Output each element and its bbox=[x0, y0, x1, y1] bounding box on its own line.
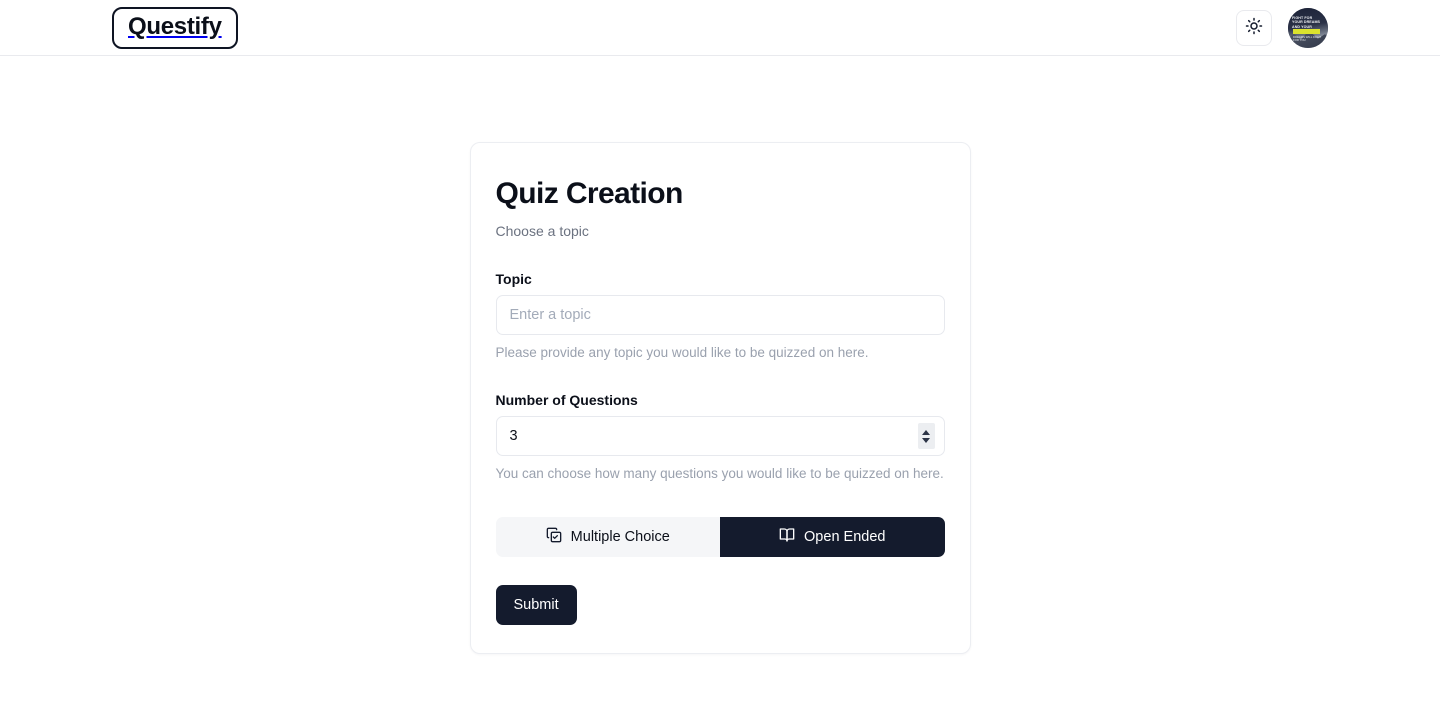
avatar-highlight-band bbox=[1293, 28, 1320, 34]
topic-field-group: Topic Please provide any topic you would… bbox=[495, 270, 945, 362]
submit-button[interactable]: Submit bbox=[495, 584, 577, 625]
topic-input[interactable] bbox=[495, 294, 945, 335]
quiz-mode-toggle-group: Multiple Choice Open Ended bbox=[495, 516, 945, 557]
topic-label: Topic bbox=[495, 270, 532, 287]
book-open-icon bbox=[779, 527, 795, 547]
questions-input-wrapper bbox=[495, 416, 945, 457]
questions-label: Number of Questions bbox=[495, 392, 638, 409]
quantity-stepper[interactable] bbox=[917, 423, 935, 450]
open-ended-button[interactable]: Open Ended bbox=[720, 516, 945, 557]
stepper-down-icon[interactable] bbox=[922, 437, 930, 443]
brand-logo[interactable]: Questify bbox=[112, 6, 238, 49]
multiple-choice-button[interactable]: Multiple Choice bbox=[495, 516, 720, 557]
page-title: Quiz Creation bbox=[495, 177, 684, 210]
copy-check-icon bbox=[546, 527, 562, 547]
open-ended-label: Open Ended bbox=[804, 528, 886, 545]
theme-toggle-button[interactable] bbox=[1236, 9, 1272, 46]
page-subtitle: Choose a topic bbox=[495, 222, 589, 239]
main-content: Quiz Creation Choose a topic Topic Pleas… bbox=[0, 56, 1440, 720]
questions-field-group: Number of Questions You can choose how m… bbox=[495, 392, 945, 483]
questions-input[interactable] bbox=[495, 416, 945, 457]
sun-icon bbox=[1245, 17, 1263, 38]
app-header: Questify Fight for your dreams and your … bbox=[0, 0, 1440, 56]
user-avatar[interactable]: Fight for your dreams and your dreams wi… bbox=[1288, 7, 1328, 48]
multiple-choice-label: Multiple Choice bbox=[570, 528, 670, 545]
questions-helper-text: You can choose how many questions you wo… bbox=[495, 466, 944, 482]
stepper-up-icon[interactable] bbox=[922, 429, 930, 435]
topic-helper-text: Please provide any topic you would like … bbox=[495, 344, 869, 360]
avatar-caption: dreams will fight for you bbox=[1293, 34, 1322, 42]
header-actions: Fight for your dreams and your dreams wi… bbox=[1236, 7, 1328, 48]
topic-input-wrapper bbox=[495, 294, 945, 335]
quiz-creation-card: Quiz Creation Choose a topic Topic Pleas… bbox=[469, 142, 971, 654]
brand-logo-text: Questify bbox=[128, 12, 222, 40]
